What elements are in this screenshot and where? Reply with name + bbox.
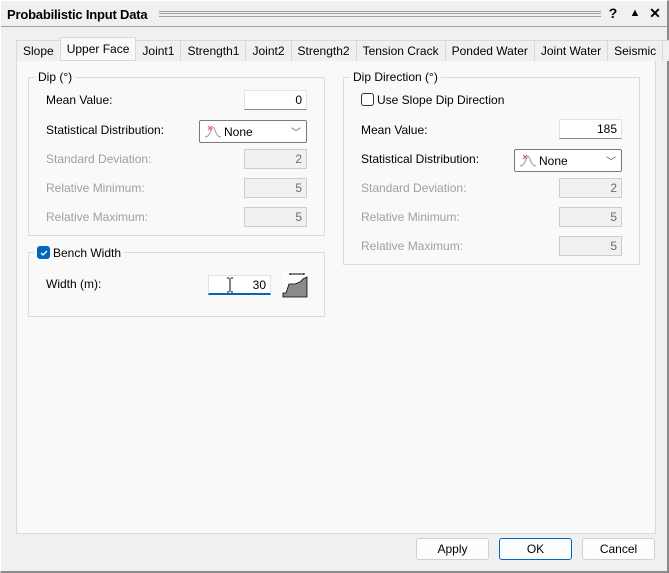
dipdir-mean-input[interactable]: 185: [559, 119, 622, 139]
tab-tension-crack[interactable]: Tension Crack: [355, 40, 446, 61]
chevron-down-icon: ﹀: [291, 128, 301, 139]
width-label: Width (m):: [46, 277, 102, 291]
checkmark-icon: [40, 250, 48, 256]
dip-std-label: Standard Deviation:: [46, 152, 152, 166]
dipdir-distribution-select[interactable]: None ﹀: [514, 149, 622, 172]
dip-distribution-label: Statistical Distribution:: [46, 123, 165, 137]
title-bar[interactable]: Probabilistic Input Data ? ▲ ✕: [1, 1, 668, 27]
tab-forces[interactable]: Forces: [662, 40, 669, 61]
tab-upper-face[interactable]: Upper Face: [59, 37, 137, 60]
tab-joint1[interactable]: Joint1: [135, 40, 182, 61]
dipdir-relmin-label: Relative Minimum:: [361, 210, 460, 224]
dip-distribution-value: None: [224, 125, 253, 139]
dip-mean-label: Mean Value:: [46, 93, 113, 107]
dipdir-relmin-input: 5: [559, 207, 622, 227]
tab-strength2[interactable]: Strength2: [290, 40, 357, 61]
dipdir-std-input: 2: [559, 178, 622, 198]
dipdir-mean-label: Mean Value:: [361, 123, 428, 137]
bench-width-checkbox[interactable]: [37, 246, 50, 259]
dip-relmin-label: Relative Minimum:: [46, 181, 145, 195]
dip-relmin-input: 5: [244, 178, 307, 198]
tab-joint-water[interactable]: Joint Water: [533, 40, 609, 61]
chevron-down-icon: ﹀: [606, 157, 616, 168]
probabilistic-input-dialog: Probabilistic Input Data ? ▲ ✕ Slope Upp…: [0, 0, 669, 573]
help-button[interactable]: ?: [605, 5, 621, 23]
ok-button[interactable]: OK: [499, 538, 572, 560]
tab-strength1[interactable]: Strength1: [180, 40, 247, 61]
distribution-icon: [205, 125, 221, 138]
bench-width-label[interactable]: Bench Width: [53, 246, 121, 260]
dipdir-distribution-label: Statistical Distribution:: [361, 152, 480, 166]
use-slope-dip-direction-checkbox[interactable]: [361, 93, 374, 106]
dipdir-distribution-value: None: [539, 154, 568, 168]
dip-std-input: 2: [244, 149, 307, 169]
dip-relmax-label: Relative Maximum:: [46, 210, 149, 224]
tab-joint2[interactable]: Joint2: [245, 40, 292, 61]
tab-ponded-water[interactable]: Ponded Water: [444, 40, 535, 61]
tab-strip: Slope Upper Face Joint1 Strength1 Joint2…: [16, 37, 669, 61]
width-input[interactable]: 30: [208, 275, 271, 295]
dipdir-relmax-label: Relative Maximum:: [361, 239, 464, 253]
bench-width-icon: [282, 272, 308, 298]
window-title: Probabilistic Input Data: [7, 7, 148, 22]
apply-button[interactable]: Apply: [416, 538, 489, 560]
text-cursor-icon: [227, 277, 233, 293]
use-slope-dip-direction-label[interactable]: Use Slope Dip Direction: [377, 93, 504, 107]
collapse-button[interactable]: ▲: [627, 7, 643, 25]
tab-slope[interactable]: Slope: [16, 40, 61, 61]
dip-group-label: Dip (°): [35, 70, 76, 84]
dipdir-relmax-input: 5: [559, 236, 622, 256]
tab-seismic[interactable]: Seismic: [607, 40, 664, 61]
title-grip: [159, 11, 601, 17]
dip-distribution-select[interactable]: None ﹀: [199, 120, 307, 143]
distribution-icon: [520, 154, 536, 167]
dip-mean-input[interactable]: 0: [244, 90, 307, 110]
dip-relmax-input: 5: [244, 207, 307, 227]
dip-direction-group-label: Dip Direction (°): [350, 70, 441, 84]
cancel-button[interactable]: Cancel: [582, 538, 655, 560]
dipdir-std-label: Standard Deviation:: [361, 181, 467, 195]
close-button[interactable]: ✕: [647, 5, 663, 23]
